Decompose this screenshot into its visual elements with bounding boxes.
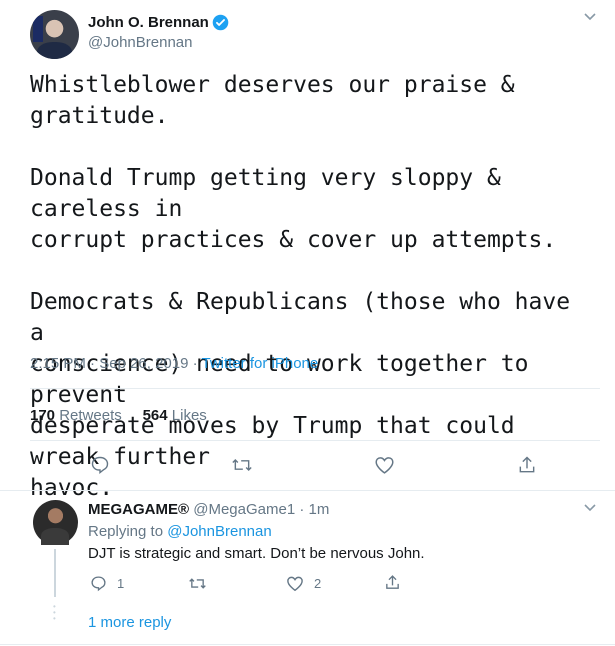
reply-author-name[interactable]: MEGAGAME® bbox=[88, 501, 189, 518]
reply-count: 1 bbox=[117, 576, 125, 591]
reply-icon bbox=[91, 456, 109, 474]
tweet-text: Whistleblower deserves our praise & grat… bbox=[30, 72, 571, 501]
like-button[interactable] bbox=[374, 455, 395, 475]
author-name[interactable]: John O. Brennan bbox=[88, 14, 209, 31]
reply-share-button[interactable] bbox=[384, 574, 401, 591]
replying-to: Replying to @JohnBrennan bbox=[88, 523, 272, 540]
likes-count: 564 bbox=[142, 407, 168, 424]
verified-badge-icon bbox=[212, 14, 229, 31]
chevron-down-icon[interactable] bbox=[583, 503, 597, 513]
chevron-down-icon[interactable] bbox=[583, 12, 597, 22]
retweets-stat[interactable]: 170 Retweets bbox=[30, 407, 122, 424]
share-icon bbox=[386, 575, 399, 589]
reply-author-handle: @MegaGame1 · 1m bbox=[193, 501, 330, 518]
author-handle[interactable]: @JohnBrennan bbox=[88, 34, 192, 51]
divider bbox=[30, 388, 600, 389]
retweet-button[interactable] bbox=[231, 455, 253, 475]
tweet-source-link[interactable]: Twitter for iPhone bbox=[202, 355, 319, 372]
likes-label: Likes bbox=[171, 407, 207, 424]
heart-icon bbox=[375, 457, 394, 474]
timestamp[interactable]: 2:15 PM · Sep 26, 2019 · bbox=[30, 355, 202, 372]
reply-button[interactable] bbox=[90, 455, 110, 475]
tweet-stats: 170 Retweets 564 Likes bbox=[30, 407, 207, 424]
replying-to-label: Replying to bbox=[88, 523, 164, 540]
reply-reply-button[interactable]: 1 bbox=[90, 575, 124, 592]
thread-dots: • • • bbox=[53, 602, 56, 623]
thread-line bbox=[54, 549, 56, 597]
heart-icon bbox=[287, 576, 303, 592]
likes-stat[interactable]: 564 Likes bbox=[143, 407, 207, 424]
reply-avatar[interactable] bbox=[33, 500, 78, 545]
reply-text: DJT is strategic and smart. Don’t be ner… bbox=[88, 545, 425, 562]
divider bbox=[0, 644, 615, 645]
like-count: 2 bbox=[314, 576, 322, 591]
tweet-meta: 2:15 PM · Sep 26, 2019 · Twitter for iPh… bbox=[30, 355, 318, 372]
retweet-icon bbox=[189, 578, 206, 589]
retweets-label: Retweets bbox=[59, 407, 122, 424]
reply-author[interactable]: MEGAGAME® @MegaGame1 · 1m bbox=[88, 501, 329, 518]
retweet-icon bbox=[232, 458, 252, 472]
divider bbox=[0, 490, 615, 491]
more-replies-link[interactable]: 1 more reply bbox=[88, 614, 171, 631]
reply-icon bbox=[91, 576, 106, 592]
divider bbox=[30, 440, 600, 441]
replying-to-link[interactable]: @JohnBrennan bbox=[167, 523, 271, 540]
retweets-count: 170 bbox=[30, 407, 56, 424]
share-icon bbox=[519, 456, 535, 473]
reply-like-button[interactable]: 2 bbox=[286, 575, 321, 592]
share-button[interactable] bbox=[517, 455, 537, 475]
avatar[interactable] bbox=[30, 10, 79, 59]
reply-retweet-button[interactable] bbox=[188, 575, 207, 592]
